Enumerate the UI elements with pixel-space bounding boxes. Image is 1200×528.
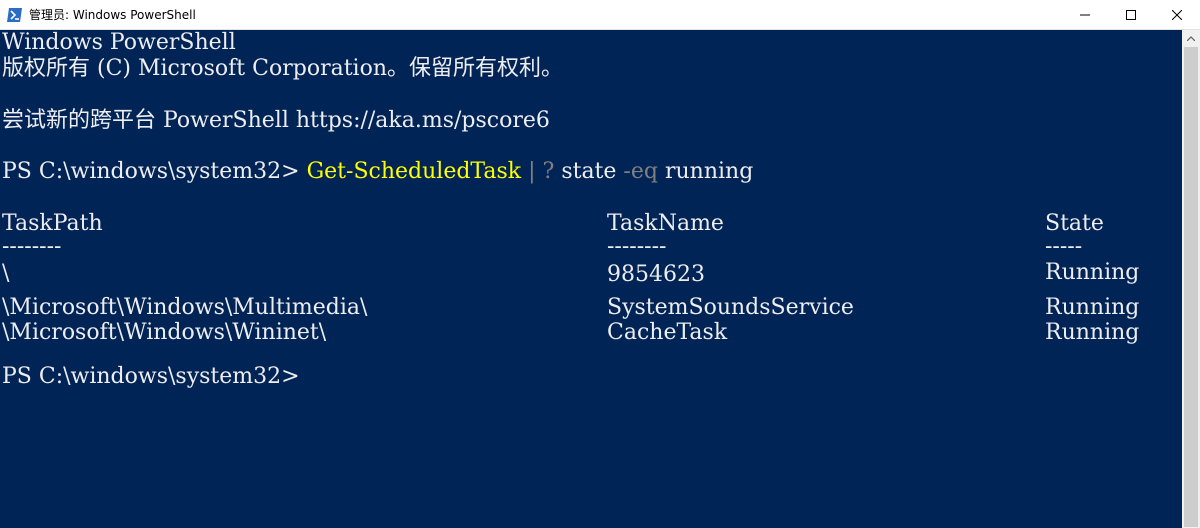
cmdlet-token: Get-ScheduledTask — [306, 159, 522, 184]
command-line: PS C:\windows\system32> Get-ScheduledTas… — [2, 159, 753, 185]
vertical-scrollbar[interactable] — [1182, 30, 1200, 528]
close-icon — [1172, 10, 1182, 20]
property-token: state — [561, 159, 624, 184]
underline-taskpath: -------- — [2, 234, 62, 259]
row-0-state: Running — [1045, 260, 1140, 285]
row-0-taskpath: \ — [2, 261, 10, 286]
banner-title: Windows PowerShell — [2, 30, 236, 55]
row-2-state: Running — [1045, 320, 1140, 345]
row-1-taskpath: \Microsoft\Windows\Multimedia\ — [2, 295, 368, 320]
value-token: running — [657, 159, 754, 184]
row-2-taskpath: \Microsoft\Windows\Wininet\ — [2, 320, 327, 345]
powershell-icon — [7, 7, 23, 23]
window-title: 管理员: Windows PowerShell — [29, 8, 196, 22]
row-0-taskname: 9854623 — [607, 262, 705, 287]
title-bar[interactable]: 管理员: Windows PowerShell — [0, 0, 1200, 30]
row-1-state: Running — [1045, 295, 1140, 320]
prompt: PS C:\windows\system32> — [2, 159, 307, 184]
underline-state: ----- — [1045, 234, 1083, 259]
current-prompt: PS C:\windows\system32> — [2, 364, 300, 389]
operator-token: -eq — [623, 159, 658, 184]
scroll-up-button[interactable] — [1182, 30, 1200, 47]
minimize-icon — [1080, 14, 1090, 16]
banner-copyright: 版权所有 (C) Microsoft Corporation。保留所有权利。 — [2, 56, 563, 81]
row-2-taskname: CacheTask — [607, 320, 728, 345]
maximize-button[interactable] — [1108, 0, 1154, 29]
row-1-taskname: SystemSoundsService — [607, 295, 854, 320]
pipe-token: | ? — [521, 159, 562, 184]
close-button[interactable] — [1154, 0, 1200, 29]
underline-taskname: -------- — [607, 234, 667, 259]
minimize-button[interactable] — [1062, 0, 1108, 29]
banner-pscore-link: 尝试新的跨平台 PowerShell https://aka.ms/pscore… — [2, 108, 550, 133]
chevron-up-icon — [1187, 36, 1195, 41]
console-output[interactable]: Windows PowerShell 版权所有 (C) Microsoft Co… — [0, 30, 1182, 528]
maximize-icon — [1126, 10, 1136, 20]
scroll-thumb[interactable] — [1184, 47, 1198, 527]
powershell-window: 管理员: Windows PowerShell Windows PowerShe… — [0, 0, 1200, 528]
